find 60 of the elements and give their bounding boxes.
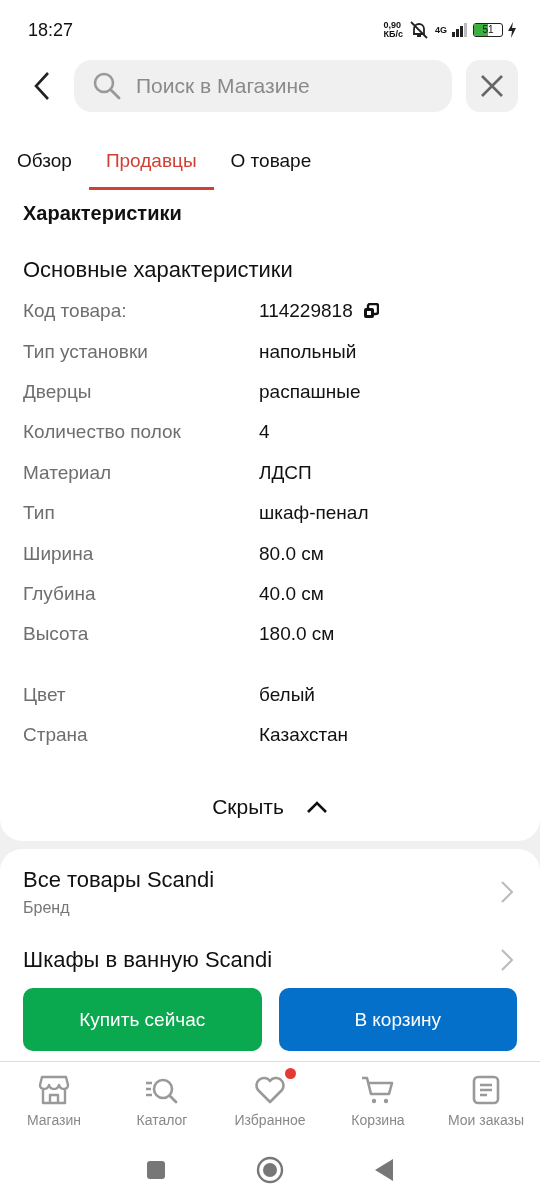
spec-value: ЛДСП xyxy=(259,461,312,484)
spec-value: 80.0 см xyxy=(259,542,324,565)
chevron-up-icon xyxy=(305,800,328,815)
home-button[interactable] xyxy=(256,1156,284,1184)
nav-item[interactable]: Каталог xyxy=(108,1062,216,1140)
spec-value: 114229818 xyxy=(259,300,353,323)
nav-item[interactable]: Избранное xyxy=(216,1062,324,1140)
muted-bell-icon xyxy=(408,20,430,40)
spec-value: 40.0 см xyxy=(259,582,324,605)
spec-value: 4 xyxy=(259,421,270,444)
spec-value: распашные xyxy=(259,380,361,403)
spec-label: Ширина xyxy=(23,542,95,565)
spec-label: Цвет xyxy=(23,683,67,706)
spec-label: Тип установки xyxy=(23,340,149,363)
copy-icon[interactable] xyxy=(362,303,379,320)
status-time: 18:27 xyxy=(28,19,74,41)
charging-icon xyxy=(508,22,516,38)
orders-list-icon xyxy=(472,1075,500,1105)
chevron-right-icon xyxy=(500,880,514,905)
network-type: 4G xyxy=(435,25,447,35)
link-subtitle: Бренд xyxy=(23,899,71,918)
spec-value: 180.0 см xyxy=(259,623,335,646)
spec-label: Код товара: xyxy=(23,300,128,323)
spec-value: напольный xyxy=(259,340,357,363)
spec-label: Материал xyxy=(23,461,113,484)
close-icon xyxy=(480,74,504,98)
cart-icon xyxy=(361,1075,395,1105)
recents-button[interactable] xyxy=(146,1160,166,1180)
link-title: Шкафы в ванную Scandi xyxy=(23,947,273,974)
link-row[interactable]: Все товары Scandi Бренд xyxy=(23,867,514,918)
tab[interactable]: О товаре xyxy=(213,134,329,190)
spec-label: Дверцы xyxy=(23,380,93,403)
spec-label: Глубина xyxy=(23,582,97,605)
chevron-right-icon xyxy=(500,948,514,973)
network-speed: 0,90 КБ/с xyxy=(383,21,403,39)
nav-item[interactable]: Магазин xyxy=(0,1062,108,1140)
battery-indicator: 51 xyxy=(473,23,503,37)
nav-item[interactable]: Мои заказы xyxy=(432,1062,540,1140)
signal-icon xyxy=(452,23,468,37)
subsection-title: Основные характеристики xyxy=(23,257,294,283)
link-title: Все товары Scandi xyxy=(23,867,215,894)
search-field[interactable]: Поиск в Магазине xyxy=(74,60,452,112)
spec-value: белый xyxy=(259,683,315,706)
tab[interactable]: Обзор xyxy=(0,134,89,190)
spec-label: Количество полок xyxy=(23,421,182,444)
buy-now-button[interactable]: Купить сейчас xyxy=(23,988,262,1051)
store-icon xyxy=(38,1075,70,1105)
back-nav-button[interactable] xyxy=(374,1158,394,1182)
close-button[interactable] xyxy=(466,60,518,112)
spec-value: шкаф-пенал xyxy=(259,502,369,525)
spec-label: Высота xyxy=(23,623,90,646)
nav-item[interactable]: Корзина xyxy=(324,1062,432,1140)
spec-label: Тип xyxy=(23,502,56,525)
heart-icon xyxy=(254,1076,286,1104)
section-title: Характеристики xyxy=(23,202,183,225)
link-row[interactable]: Шкафы в ванную Scandi xyxy=(23,947,514,974)
spec-value: Казахстан xyxy=(259,724,349,747)
add-to-cart-button[interactable]: В корзину xyxy=(278,988,517,1051)
spec-label: Страна xyxy=(23,724,89,747)
collapse-button[interactable]: Скрыть xyxy=(208,791,332,824)
